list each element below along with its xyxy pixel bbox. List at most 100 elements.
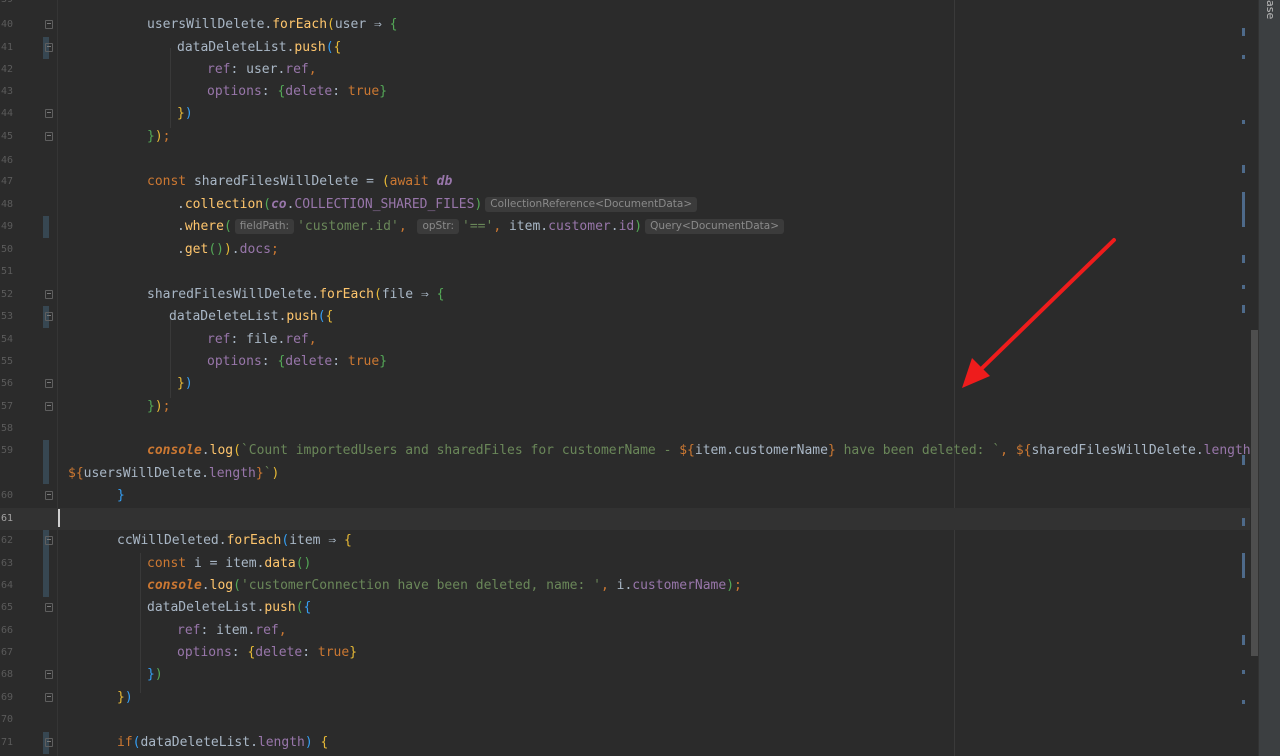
code-text: dataDeleteList.push({ [147, 600, 312, 615]
code-text: ref: user.ref, [207, 62, 317, 77]
error-stripe-marker[interactable] [1242, 255, 1245, 263]
code-line[interactable]: 40 usersWillDelete.forEach(user ⇒ { [0, 14, 1250, 36]
line-number: 56 [0, 378, 13, 389]
line-number: 41 [0, 42, 13, 53]
fold-icon[interactable] [45, 738, 53, 747]
line-number: 44 [0, 108, 13, 119]
code-text: options: {delete: true} [177, 645, 358, 660]
error-stripe-marker[interactable] [1242, 305, 1245, 313]
fold-icon[interactable] [45, 402, 53, 411]
parameter-hint: fieldPath: [234, 219, 295, 234]
fold-icon[interactable] [45, 20, 53, 29]
code-line[interactable]: 41 dataDeleteList.push({ [0, 37, 1250, 59]
code-line[interactable]: 44 }) [0, 103, 1250, 125]
code-line-wrapped[interactable]: ${usersWillDelete.length}`) [0, 463, 1250, 485]
error-stripe-marker[interactable] [1242, 635, 1245, 645]
line-number: 49 [0, 221, 13, 232]
error-stripe-marker[interactable] [1242, 120, 1245, 124]
line-number: 39 [0, 0, 13, 11]
code-line-current[interactable]: 61 [0, 508, 1250, 530]
code-line[interactable]: 71 if(dataDeleteList.length) { [0, 732, 1250, 754]
line-number: 52 [0, 289, 13, 300]
error-stripe-marker[interactable] [1242, 700, 1245, 704]
code-line[interactable]: 67 options: {delete: true} [0, 642, 1250, 664]
code-line[interactable]: 58 [0, 418, 1250, 440]
line-number: 67 [0, 647, 13, 658]
error-stripe-marker[interactable] [1242, 192, 1245, 227]
code-editor[interactable]: 39 40 usersWillDelete.forEach(user ⇒ { 4… [0, 0, 1280, 756]
code-line[interactable]: 50 .get()).docs; [0, 239, 1250, 261]
fold-icon[interactable] [45, 670, 53, 679]
error-stripe-marker[interactable] [1242, 165, 1245, 173]
code-line[interactable]: 68 }) [0, 664, 1250, 686]
code-line[interactable]: 39 [0, 0, 1250, 11]
code-line[interactable]: 53 dataDeleteList.push({ [0, 306, 1250, 328]
code-line[interactable]: 66 ref: item.ref, [0, 620, 1250, 642]
fold-icon[interactable] [45, 43, 53, 52]
code-line[interactable]: 46 [0, 150, 1250, 172]
line-number: 60 [0, 490, 13, 501]
code-text: const i = item.data() [147, 556, 312, 571]
code-line[interactable]: 51 [0, 261, 1250, 283]
code-line[interactable]: 49 .where(fieldPath:'customer.id', opStr… [0, 216, 1250, 238]
right-tool-window-bar [1258, 0, 1280, 756]
code-line[interactable]: 69 }) [0, 687, 1250, 709]
code-line[interactable]: 57 }); [0, 396, 1250, 418]
code-line[interactable]: 59 console.log(`Count importedUsers and … [0, 440, 1266, 484]
code-line[interactable]: 54 ref: file.ref, [0, 329, 1250, 351]
code-text: }) [177, 376, 193, 391]
line-number: 47 [0, 176, 13, 187]
code-line[interactable]: 70 [0, 709, 1250, 731]
fold-icon[interactable] [45, 132, 53, 141]
code-text: }) [147, 667, 163, 682]
vcs-change-marker[interactable] [43, 216, 49, 238]
scrollbar-thumb[interactable] [1251, 330, 1258, 656]
code-text: if(dataDeleteList.length) { [117, 735, 329, 750]
error-stripe-marker[interactable] [1242, 553, 1245, 578]
error-stripe-marker[interactable] [1242, 55, 1245, 59]
line-number: 53 [0, 311, 13, 322]
fold-icon[interactable] [45, 109, 53, 118]
fold-icon[interactable] [45, 290, 53, 299]
code-line[interactable]: 65 dataDeleteList.push({ [0, 597, 1250, 619]
tool-window-tab-database[interactable]: ase [1262, 0, 1278, 40]
line-number: 68 [0, 669, 13, 680]
code-text: usersWillDelete.forEach(user ⇒ { [147, 17, 398, 32]
fold-icon[interactable] [45, 312, 53, 321]
line-number: 43 [0, 86, 13, 97]
code-text: dataDeleteList.push({ [169, 309, 334, 324]
code-text: }); [147, 129, 171, 144]
code-line[interactable]: 64 console.log('customerConnection have … [0, 575, 1250, 597]
fold-icon[interactable] [45, 536, 53, 545]
code-text: .get()).docs; [177, 242, 279, 257]
code-text: .collection(co.COLLECTION_SHARED_FILES) C… [177, 194, 700, 216]
error-stripe-marker[interactable] [1242, 518, 1245, 526]
line-number: 45 [0, 131, 13, 142]
code-line[interactable]: 60 } [0, 485, 1250, 507]
line-number: 61 [0, 513, 13, 524]
code-line[interactable]: 48 .collection(co.COLLECTION_SHARED_FILE… [0, 194, 1250, 216]
code-line[interactable]: 45 }); [0, 126, 1250, 148]
code-text: ref: item.ref, [177, 623, 287, 638]
error-stripe-marker[interactable] [1242, 28, 1245, 36]
code-text: options: {delete: true} [207, 354, 388, 369]
code-line[interactable]: 63 const i = item.data() [0, 553, 1250, 575]
code-line[interactable]: 62 ccWillDeleted.forEach(item ⇒ { [0, 530, 1250, 597]
code-line[interactable]: 43 options: {delete: true} [0, 81, 1250, 103]
fold-icon[interactable] [45, 603, 53, 612]
code-line[interactable]: 52 sharedFilesWillDelete.forEach(file ⇒ … [0, 284, 1250, 306]
code-line[interactable]: 56 }) [0, 373, 1250, 395]
error-stripe-marker[interactable] [1242, 670, 1245, 674]
fold-icon[interactable] [45, 491, 53, 500]
fold-icon[interactable] [45, 693, 53, 702]
error-stripe-marker[interactable] [1242, 455, 1245, 465]
code-text: dataDeleteList.push({ [177, 40, 342, 55]
code-text: console.log('customerConnection have bee… [147, 578, 742, 593]
fold-icon[interactable] [45, 379, 53, 388]
code-text: }) [117, 690, 133, 705]
code-line[interactable]: 55 options: {delete: true} [0, 351, 1250, 373]
error-stripe-marker[interactable] [1242, 285, 1245, 289]
code-line[interactable]: 47 const sharedFilesWillDelete = (await … [0, 171, 1250, 193]
code-line[interactable]: 42 ref: user.ref, [0, 59, 1250, 81]
code-text: .where(fieldPath:'customer.id', opStr: '=… [177, 216, 787, 238]
